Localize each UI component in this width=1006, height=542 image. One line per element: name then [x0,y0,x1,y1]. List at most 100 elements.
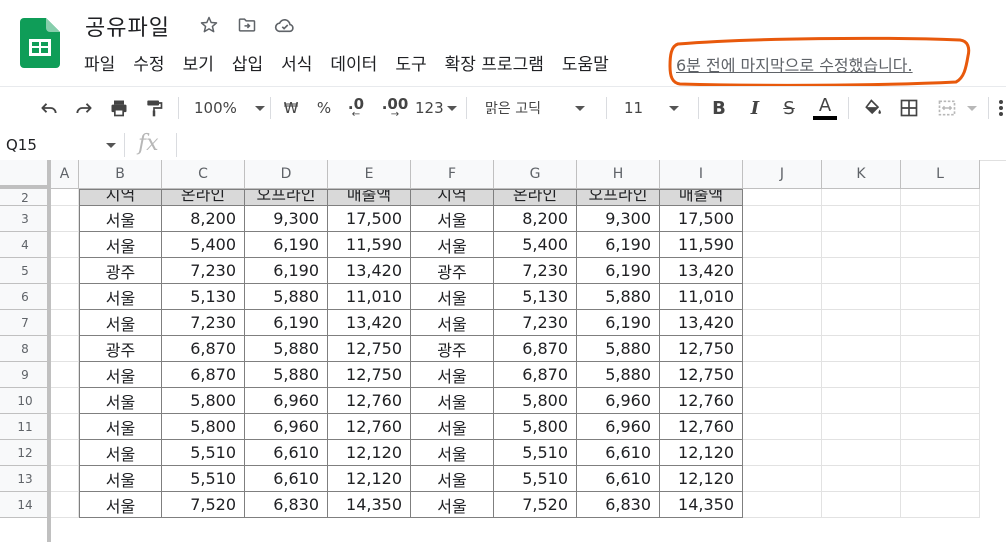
column-header-h[interactable]: H [577,160,660,189]
cell[interactable] [822,362,901,388]
cell[interactable] [743,466,822,492]
table-cell[interactable]: 서울 [79,206,162,232]
row-header-10[interactable]: 10 [0,388,51,414]
row-header-7[interactable]: 7 [0,310,51,336]
cell[interactable] [822,232,901,258]
table-cell[interactable]: 5,800 [162,414,245,440]
table-cell[interactable]: 5,800 [494,388,577,414]
select-all-corner[interactable] [0,160,51,189]
cell[interactable] [901,284,980,310]
table-cell[interactable]: 12,760 [660,388,743,414]
table-cell[interactable]: 광주 [79,258,162,284]
name-box[interactable]: Q15 [6,136,37,154]
row-header-5[interactable]: 5 [0,258,51,284]
row-header-13[interactable]: 13 [0,466,51,492]
print-icon[interactable] [106,87,132,129]
table-cell[interactable]: 6,960 [577,414,660,440]
cell[interactable] [51,258,79,284]
star-icon[interactable] [198,14,220,36]
table-cell[interactable]: 5,510 [162,466,245,492]
cell[interactable] [51,310,79,336]
chevron-down-icon[interactable] [964,87,980,129]
cell[interactable] [822,440,901,466]
column-header-a[interactable]: A [51,160,79,189]
italic-button[interactable]: I [744,87,766,129]
strikethrough-button[interactable]: S [778,87,800,129]
increase-decimal-button[interactable]: .00 → [380,87,410,129]
table-cell[interactable]: 12,760 [328,414,411,440]
cell[interactable] [822,466,901,492]
chevron-down-icon[interactable] [106,143,116,148]
menu-edit[interactable]: 수정 [133,50,164,75]
table-cell[interactable]: 서울 [411,362,494,388]
table-cell[interactable]: 6,190 [577,232,660,258]
sheets-logo-icon[interactable] [20,18,60,68]
table-cell[interactable]: 14,350 [660,492,743,518]
table-cell[interactable]: 6,870 [162,362,245,388]
menu-data[interactable]: 데이터 [330,50,377,75]
frozen-column-divider[interactable] [47,160,51,542]
table-cell[interactable]: 5,400 [494,232,577,258]
font-family-select[interactable]: 맑은 고딕 [485,87,585,129]
table-cell[interactable]: 서울 [411,388,494,414]
row-header-4[interactable]: 4 [0,232,51,258]
table-header-cell[interactable]: 오프라인 [245,189,328,206]
table-cell[interactable]: 6,190 [245,232,328,258]
table-cell[interactable]: 5,880 [245,284,328,310]
cell[interactable] [743,284,822,310]
table-cell[interactable]: 5,800 [162,388,245,414]
menu-format[interactable]: 서식 [281,50,312,75]
table-cell[interactable]: 5,510 [162,440,245,466]
table-cell[interactable]: 서울 [79,466,162,492]
table-header-cell[interactable]: 오프라인 [577,189,660,206]
cell[interactable] [822,492,901,518]
cell[interactable] [743,232,822,258]
cell[interactable] [51,362,79,388]
table-cell[interactable]: 6,830 [245,492,328,518]
table-cell[interactable]: 12,760 [660,414,743,440]
more-vert-icon[interactable] [996,87,1006,129]
cell[interactable] [51,414,79,440]
table-cell[interactable]: 5,130 [494,284,577,310]
column-header-g[interactable]: G [494,160,577,189]
table-cell[interactable]: 6,870 [494,362,577,388]
table-cell[interactable]: 12,120 [328,466,411,492]
table-cell[interactable]: 12,120 [328,440,411,466]
table-cell[interactable]: 서울 [411,492,494,518]
table-cell[interactable]: 서울 [411,466,494,492]
row-header-12[interactable]: 12 [0,440,51,466]
table-cell[interactable]: 6,610 [577,440,660,466]
cell[interactable] [743,258,822,284]
move-folder-icon[interactable] [236,14,258,36]
table-cell[interactable]: 서울 [79,310,162,336]
table-cell[interactable]: 7,230 [162,258,245,284]
table-header-cell[interactable]: 매출액 [328,189,411,206]
table-cell[interactable]: 서울 [79,232,162,258]
cell[interactable] [901,232,980,258]
menu-view[interactable]: 보기 [183,50,214,75]
more-formats-select[interactable]: 123 [415,87,457,129]
table-cell[interactable]: 서울 [411,206,494,232]
zoom-select[interactable]: 100% [194,87,265,129]
text-color-button[interactable]: A [812,87,838,129]
table-cell[interactable]: 12,750 [328,362,411,388]
percent-format-button[interactable]: % [313,87,335,129]
table-cell[interactable]: 서울 [411,440,494,466]
table-cell[interactable]: 6,190 [577,310,660,336]
row-header-11[interactable]: 11 [0,414,51,440]
row-header-3[interactable]: 3 [0,206,51,232]
cell[interactable] [743,336,822,362]
cell[interactable] [901,466,980,492]
cell[interactable] [51,388,79,414]
cell[interactable] [51,466,79,492]
column-header-b[interactable]: B [79,160,162,189]
table-cell[interactable]: 6,870 [494,336,577,362]
cell[interactable] [901,310,980,336]
table-cell[interactable]: 6,610 [577,466,660,492]
table-cell[interactable]: 13,420 [328,310,411,336]
table-cell[interactable]: 8,200 [494,206,577,232]
row-header-6[interactable]: 6 [0,284,51,310]
table-cell[interactable]: 서울 [79,388,162,414]
table-cell[interactable]: 5,510 [494,440,577,466]
cell[interactable] [822,388,901,414]
